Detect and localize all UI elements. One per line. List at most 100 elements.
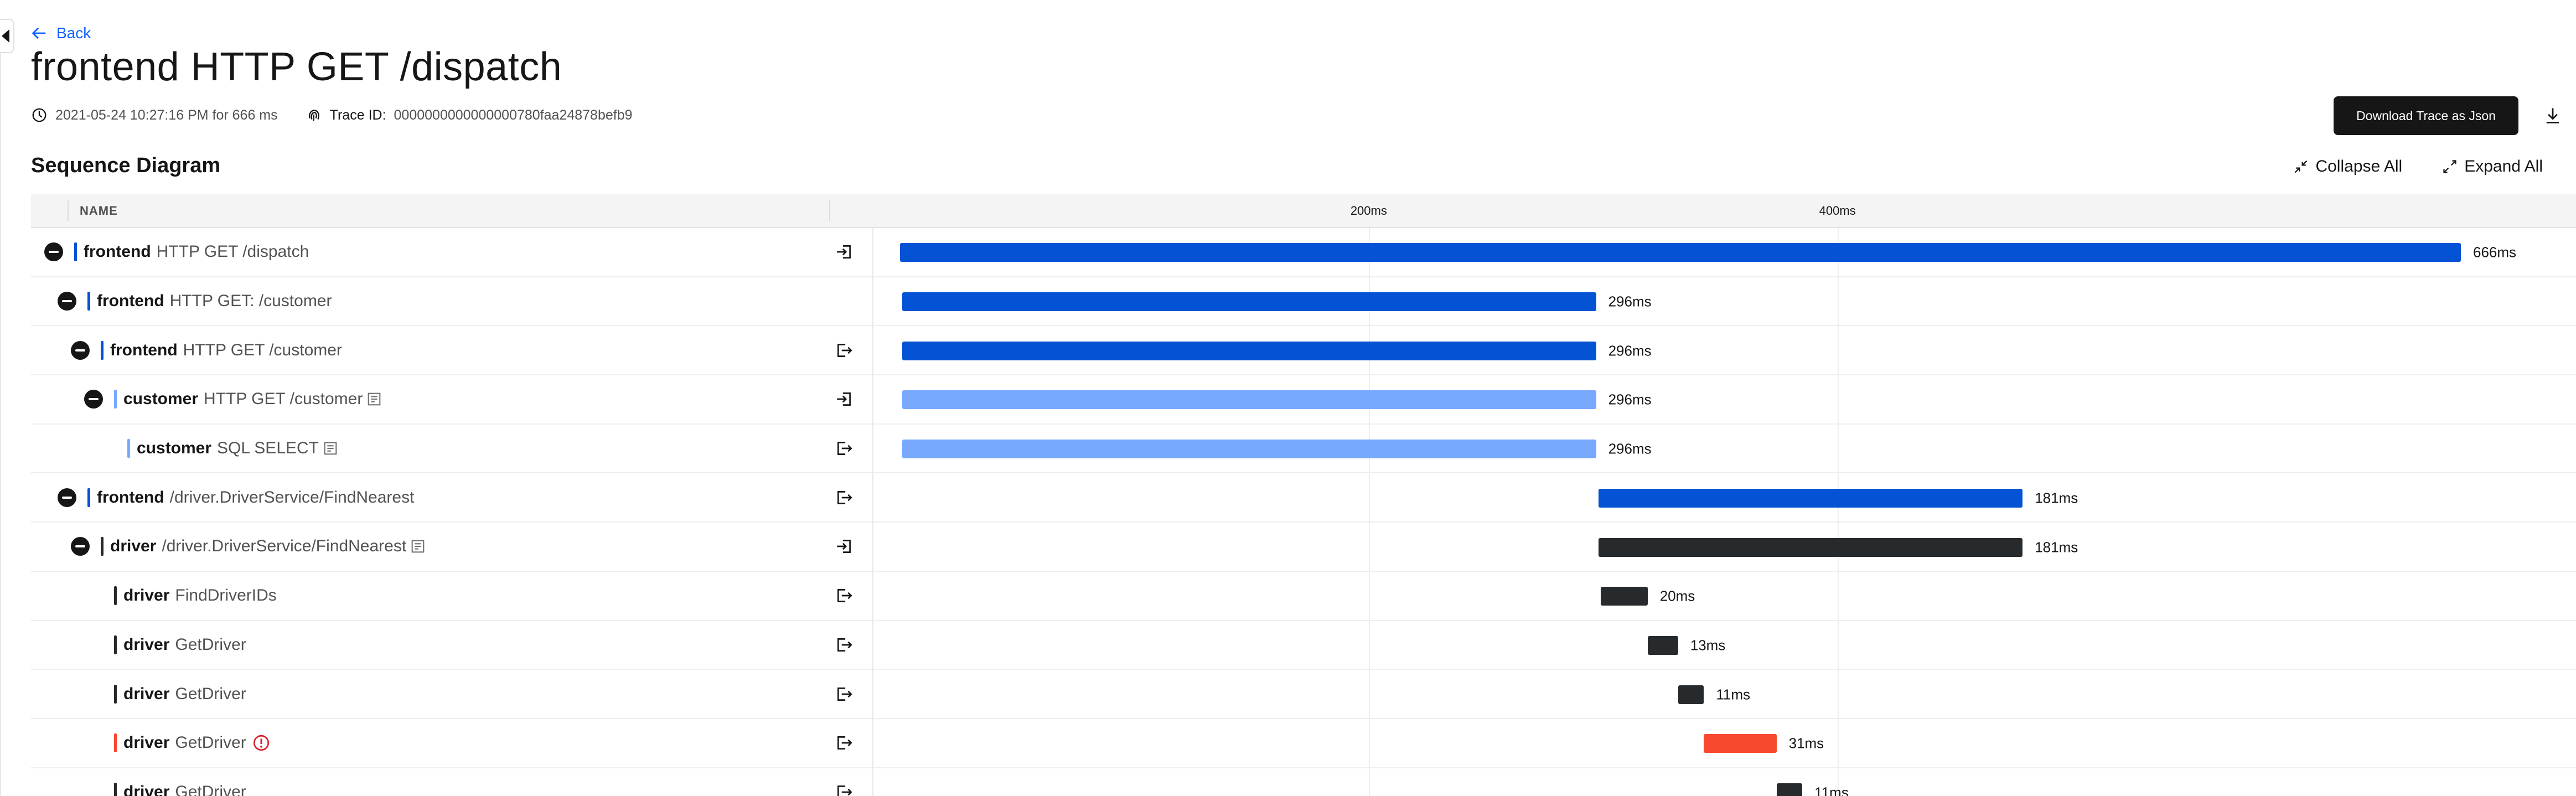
span-bar[interactable]: [902, 341, 1596, 360]
log-in-icon[interactable]: [835, 390, 854, 409]
log-out-icon[interactable]: [835, 439, 854, 458]
collapse-icon[interactable]: [58, 292, 76, 311]
span-bar[interactable]: [1704, 734, 1777, 753]
span-name-cell: customer SQL SELECT: [31, 425, 850, 473]
span-list: frontend HTTP GET /dispatch frontend HTTP G…: [31, 228, 2576, 796]
download-trace-button[interactable]: [2541, 104, 2565, 128]
service-color-marker: [114, 390, 117, 409]
service-color-marker: [114, 684, 117, 704]
service-name: frontend: [110, 340, 178, 359]
header-separator: [829, 200, 830, 221]
span-row[interactable]: driver GetDriver: [31, 621, 2576, 670]
span-row[interactable]: driver/driver.DriverService/FindNearest: [31, 523, 2576, 572]
arrow-left-icon: [32, 27, 46, 39]
timeline-tick-label: 400ms: [1819, 204, 1856, 218]
service-color-marker: [87, 292, 90, 311]
service-color-marker: [114, 782, 117, 796]
logs-icon: [411, 540, 425, 553]
span-duration-label: 11ms: [1716, 686, 1750, 703]
service-color-marker: [114, 586, 117, 606]
service-color-marker: [87, 488, 90, 507]
timeline-gridline: [1837, 228, 1839, 796]
page-title: frontend HTTP GET /dispatch: [31, 45, 562, 89]
span-row[interactable]: driver GetDriver: [31, 768, 2576, 796]
log-out-icon[interactable]: [835, 341, 854, 360]
span-duration-label: 666ms: [2473, 244, 2517, 261]
log-out-icon[interactable]: [835, 685, 854, 704]
trace-id-label: Trace ID:: [329, 107, 386, 123]
sequence-diagram-title: Sequence Diagram: [31, 154, 221, 177]
log-out-icon[interactable]: [835, 733, 854, 752]
collapse-icon[interactable]: [44, 242, 63, 262]
span-bar[interactable]: [1647, 635, 1678, 655]
operation-name: HTTP GET /customer: [204, 390, 363, 409]
span-duration-label: 181ms: [2035, 489, 2078, 506]
span-row[interactable]: driver FindDriverIDs: [31, 572, 2576, 621]
operation-name: GetDriver: [175, 733, 246, 752]
operation-name: HTTP GET /dispatch: [156, 242, 309, 261]
service-name: customer: [137, 439, 212, 458]
operation-name: GetDriver: [175, 684, 246, 703]
table-header: NAME 200ms 400ms: [31, 194, 2576, 228]
operation-name: FindDriverIDs: [175, 586, 277, 605]
span-bar[interactable]: [902, 292, 1596, 312]
log-in-icon[interactable]: [835, 242, 854, 261]
service-name: driver: [123, 684, 170, 703]
sidebar-toggle-button[interactable]: [0, 19, 14, 53]
span-name-cell: driver GetDriver: [31, 670, 850, 718]
maximize-icon: [2443, 160, 2456, 173]
log-out-icon[interactable]: [835, 586, 854, 605]
timeline-gridline: [1368, 228, 1370, 796]
log-out-icon[interactable]: [835, 488, 854, 507]
span-bar[interactable]: [900, 243, 2461, 262]
trace-id-value: 0000000000000000780faa24878befb9: [394, 107, 633, 123]
name-column-header: NAME: [80, 204, 118, 218]
back-link[interactable]: Back: [31, 24, 91, 42]
collapse-icon[interactable]: [58, 488, 76, 507]
span-row[interactable]: driver GetDriver: [31, 719, 2576, 768]
collapse-icon[interactable]: [71, 537, 90, 556]
span-duration-label: 181ms: [2035, 539, 2078, 556]
operation-name: GetDriver: [175, 782, 246, 796]
span-bar[interactable]: [1776, 783, 1803, 796]
span-bar[interactable]: [1598, 488, 2023, 508]
expand-all-button[interactable]: Expand All: [2442, 157, 2543, 176]
clock-icon: [32, 108, 46, 122]
service-color-marker: [114, 733, 117, 753]
service-name: driver: [123, 635, 170, 654]
sequence-table: NAME 200ms 400ms frontend HTTP GET /dispat…: [31, 194, 2576, 796]
span-bar[interactable]: [902, 390, 1596, 410]
span-duration-label: 20ms: [1659, 587, 1695, 604]
operation-name: /driver.DriverService/FindNearest: [169, 488, 415, 506]
span-bar[interactable]: [1598, 537, 2023, 557]
trace-start-time: 2021-05-24 10:27:16 PM for 666 ms: [55, 107, 278, 123]
span-bar[interactable]: [1601, 587, 1648, 606]
service-color-marker: [114, 635, 117, 654]
header-separator: [68, 200, 69, 221]
span-duration-label: 296ms: [1608, 391, 1652, 408]
operation-name: HTTP GET /customer: [183, 340, 342, 359]
span-bar[interactable]: [1678, 685, 1704, 704]
span-row[interactable]: frontend/driver.DriverService/FindNeares…: [31, 473, 2576, 523]
collapse-all-button[interactable]: Collapse All: [2293, 157, 2402, 176]
span-duration-label: 296ms: [1608, 342, 1652, 359]
span-bar[interactable]: [902, 440, 1596, 459]
trace-meta: 2021-05-24 10:27:16 PM for 666 ms Trace …: [31, 107, 633, 123]
sidebar-edge: [0, 53, 1, 796]
span-duration-label: 13ms: [1690, 637, 1726, 654]
log-out-icon[interactable]: [835, 783, 854, 796]
service-color-marker: [101, 537, 104, 556]
service-color-marker: [127, 439, 130, 458]
operation-name: HTTP GET: /customer: [169, 292, 332, 311]
log-in-icon[interactable]: [835, 537, 854, 556]
log-out-icon[interactable]: [835, 635, 854, 654]
span-row[interactable]: driver GetDriver: [31, 670, 2576, 719]
service-color-marker: [74, 242, 77, 262]
collapse-icon[interactable]: [71, 340, 90, 360]
span-name-cell: driver GetDriver: [31, 621, 850, 669]
service-color-marker: [101, 340, 104, 360]
download-tooltip: Download Trace as Json: [2334, 96, 2518, 135]
service-name: driver: [123, 586, 170, 605]
collapse-icon[interactable]: [84, 390, 103, 409]
expand-all-label: Expand All: [2464, 157, 2543, 175]
